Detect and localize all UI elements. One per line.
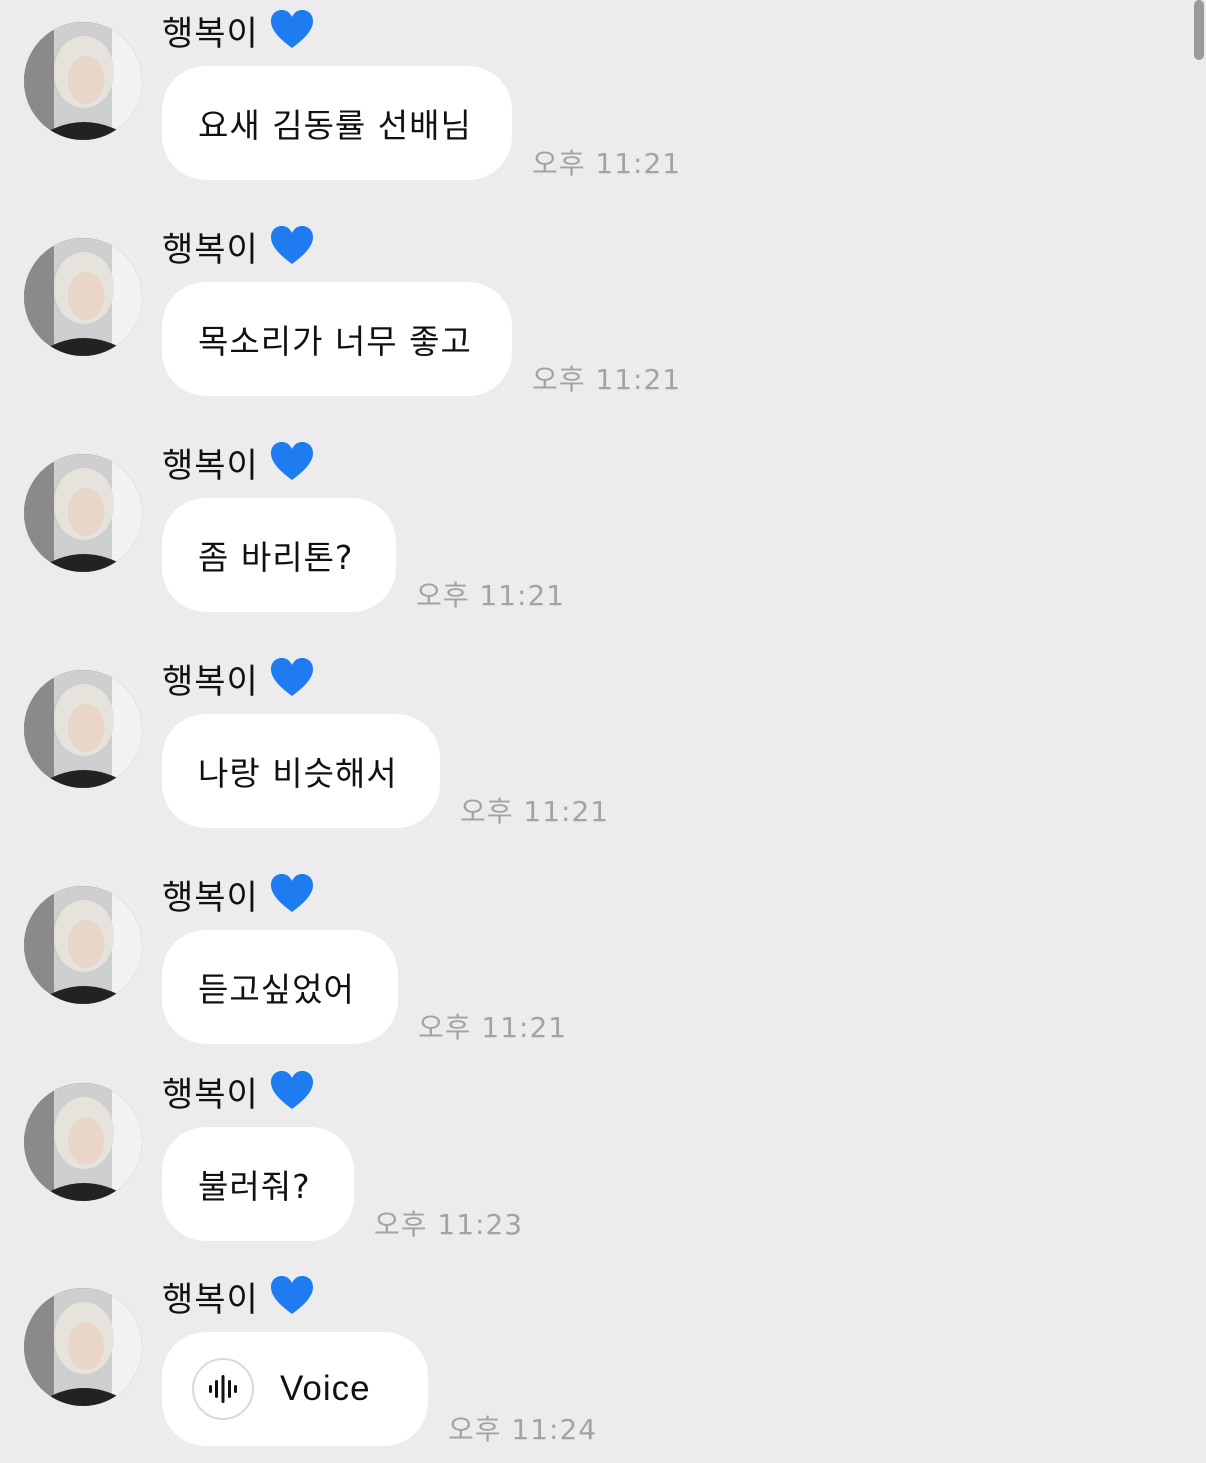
blue-heart-icon bbox=[270, 442, 313, 480]
avatar[interactable] bbox=[24, 454, 142, 572]
sender-name: 행복이 bbox=[162, 445, 259, 486]
voice-message-bubble[interactable]: Voice bbox=[162, 1332, 428, 1446]
message-bubble[interactable]: 불러줘? bbox=[162, 1127, 354, 1241]
message-row: 행복이 Voice 오후 11:24 bbox=[0, 1266, 1180, 1456]
avatar[interactable] bbox=[24, 1083, 142, 1201]
sender-name: 행복이 bbox=[162, 877, 259, 918]
blue-heart-icon bbox=[270, 1071, 313, 1109]
message-timestamp: 오후 11:21 bbox=[416, 579, 566, 612]
message-bubble[interactable]: 나랑 비슷해서 bbox=[162, 714, 440, 828]
sender-name: 행복이 bbox=[162, 1279, 259, 1320]
message-timestamp: 오후 11:23 bbox=[374, 1208, 524, 1241]
blue-heart-icon bbox=[270, 10, 313, 48]
message-timestamp: 오후 11:21 bbox=[418, 1011, 568, 1044]
sender-header: 행복이 bbox=[162, 432, 315, 492]
sender-header: 행복이 bbox=[162, 0, 315, 60]
message-text: 나랑 비슷해서 bbox=[198, 754, 398, 793]
message-timestamp: 오후 11:21 bbox=[532, 363, 682, 396]
blue-heart-icon bbox=[270, 874, 313, 912]
avatar[interactable] bbox=[24, 22, 142, 140]
message-row: 행복이 목소리가 너무 좋고 오후 11:21 bbox=[0, 216, 1180, 406]
scrollbar[interactable] bbox=[1194, 0, 1204, 60]
sender-header: 행복이 bbox=[162, 648, 315, 708]
message-text: 불러줘? bbox=[198, 1167, 311, 1206]
voice-play-button[interactable] bbox=[192, 1358, 254, 1420]
message-text: 좀 바리톤? bbox=[198, 538, 354, 577]
message-timestamp: 오후 11:21 bbox=[532, 147, 682, 180]
blue-heart-icon bbox=[270, 226, 313, 264]
message-timestamp: 오후 11:24 bbox=[448, 1413, 598, 1446]
avatar[interactable] bbox=[24, 238, 142, 356]
sender-header: 행복이 bbox=[162, 1061, 315, 1121]
chat-thread: 행복이 요새 김동률 선배님 오후 11:21 행복이 목소리가 너무 좋고 오… bbox=[0, 0, 1206, 1463]
message-row: 행복이 요새 김동률 선배님 오후 11:21 bbox=[0, 0, 1180, 190]
avatar[interactable] bbox=[24, 886, 142, 1004]
sender-name: 행복이 bbox=[162, 229, 259, 270]
message-timestamp: 오후 11:21 bbox=[460, 795, 610, 828]
message-text: 목소리가 너무 좋고 bbox=[198, 322, 472, 361]
voice-label: Voice bbox=[280, 1369, 371, 1408]
avatar[interactable] bbox=[24, 670, 142, 788]
sender-header: 행복이 bbox=[162, 216, 315, 276]
blue-heart-icon bbox=[270, 658, 313, 696]
message-row: 행복이 불러줘? 오후 11:23 bbox=[0, 1061, 1180, 1251]
message-bubble[interactable]: 좀 바리톤? bbox=[162, 498, 396, 612]
sender-name: 행복이 bbox=[162, 1074, 259, 1115]
message-bubble[interactable]: 요새 김동률 선배님 bbox=[162, 66, 512, 180]
sender-name: 행복이 bbox=[162, 661, 259, 702]
sender-header: 행복이 bbox=[162, 1266, 315, 1326]
sender-header: 행복이 bbox=[162, 864, 315, 924]
blue-heart-icon bbox=[270, 1276, 313, 1314]
message-row: 행복이 나랑 비슷해서 오후 11:21 bbox=[0, 648, 1180, 838]
sender-name: 행복이 bbox=[162, 13, 259, 54]
message-row: 행복이 듣고싶었어 오후 11:21 bbox=[0, 864, 1180, 1054]
message-row: 행복이 좀 바리톤? 오후 11:21 bbox=[0, 432, 1180, 622]
message-bubble[interactable]: 듣고싶었어 bbox=[162, 930, 398, 1044]
message-bubble[interactable]: 목소리가 너무 좋고 bbox=[162, 282, 512, 396]
message-text: 듣고싶었어 bbox=[198, 970, 355, 1009]
waveform-icon bbox=[209, 1375, 237, 1403]
avatar[interactable] bbox=[24, 1288, 142, 1406]
message-text: 요새 김동률 선배님 bbox=[198, 106, 472, 145]
